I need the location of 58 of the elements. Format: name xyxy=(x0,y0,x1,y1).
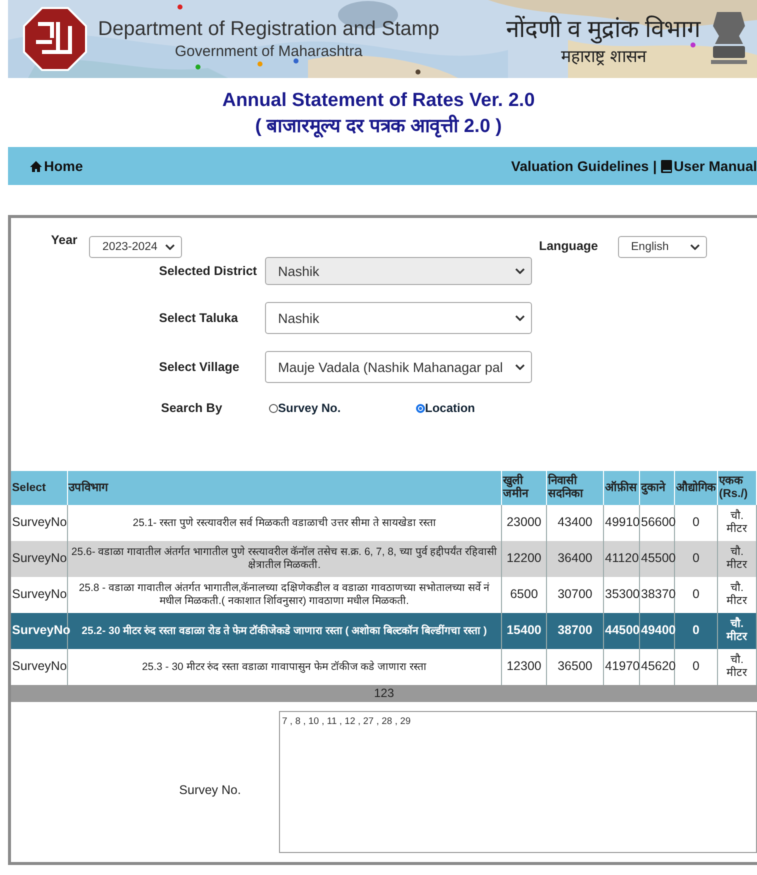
table-cell: 25.6- वडाळा गावातील अंतर्गत भागातील पुणे रस्त्यावरील कॅनॉल तसेच स.क्र. 6, 7, 8, च्या पुर्व हद्दीपर्यंत रहिवासी क्षेत्रातील मिळकती. xyxy=(67,541,502,578)
column-header: ऑफ़ीस xyxy=(604,471,640,506)
table-cell: 41120 xyxy=(604,541,640,578)
table-cell: चौ. मीटर xyxy=(718,613,756,650)
home-link[interactable]: Home xyxy=(30,158,83,174)
page-title: Annual Statement of Rates Ver. 2.0 xyxy=(222,89,535,113)
government-name: Government of Maharashtra xyxy=(174,43,362,60)
department-name: Department of Registration and Stamp xyxy=(98,18,440,41)
logo-icon xyxy=(22,6,88,72)
survey-label: Survey No. xyxy=(178,783,241,798)
pagination-links[interactable]: 123 xyxy=(374,686,394,700)
radio-button[interactable] xyxy=(269,404,278,413)
table-cell: 49400 xyxy=(640,613,674,650)
radio-button[interactable] xyxy=(416,404,425,413)
chevron-icon xyxy=(165,244,176,250)
year-dropdown[interactable]: 2023-2024 xyxy=(89,236,182,258)
table-cell: 15400 xyxy=(502,613,546,650)
field-label: Select Taluka xyxy=(159,311,239,326)
table-cell: चौ. मीटर xyxy=(718,541,756,578)
table-cell: 12200 xyxy=(502,541,546,578)
table-cell: 0 xyxy=(674,541,718,578)
chevron-icon xyxy=(515,268,525,274)
column-header: खुली जमीन xyxy=(502,471,546,506)
language-label: Language xyxy=(538,239,598,254)
table-cell: 36400 xyxy=(546,541,604,578)
column-header: निवासी सदनिका xyxy=(546,471,604,506)
valuation-guidelines-link[interactable]: Valuation Guidelines xyxy=(511,158,649,174)
government-name: महाराष्ट्र शासन xyxy=(561,46,646,67)
book-icon xyxy=(660,160,672,173)
column-header: एकक (Rs./) xyxy=(718,471,756,506)
select-dropdown[interactable]: Mauje Vadala (Nashik Mahanagar pal xyxy=(265,351,532,384)
table-cell: 44500 xyxy=(604,613,640,650)
radio-option[interactable]: Survey No. xyxy=(269,401,416,416)
separator: | xyxy=(652,158,657,174)
survey-textarea[interactable]: 7 , 8 , 10 , 11 , 12 , 27 , 28 , 29 xyxy=(279,711,757,854)
table-cell: 0 xyxy=(674,613,718,650)
table-row[interactable]: SurveyNo 25.6- वडाळा गावातील अंतर्गत भागातील पुणे रस्त्यावरील कॅनॉल तसेच स.क्र. 6, 7, 8, च्या पुर्व हद्दीपर्यंत रहिवासी क्षेत्रातील मिळकती. 12200 36400 41120 45500 0 चौ. मीटर xyxy=(11,541,756,578)
department-name: नोंदणी व मुद्रांक विभाग xyxy=(506,14,701,44)
column-header: Select xyxy=(11,471,67,506)
column-header: औद्योगिक xyxy=(674,471,718,506)
select-dropdown[interactable]: Nashik xyxy=(265,302,532,334)
search-by-label: Search By xyxy=(161,401,224,416)
field-label: Select Village xyxy=(159,360,240,374)
chevron-icon xyxy=(690,244,700,250)
chevron-icon xyxy=(515,364,525,370)
page-subtitle: ( बाजारमूल्य दर पत्रक आवृत्ती 2.0 ) xyxy=(255,114,502,140)
column-header: दुकाने xyxy=(640,471,674,506)
user-manual-link[interactable]: User Manual xyxy=(660,158,757,174)
field-label: Selected District xyxy=(159,264,258,278)
language-dropdown[interactable]: English xyxy=(618,236,707,258)
chevron-icon xyxy=(515,315,525,322)
home-icon xyxy=(30,160,42,172)
table-cell: 38700 xyxy=(546,613,604,650)
column-header: उपविभाग xyxy=(67,471,502,506)
table-cell: 45500 xyxy=(640,541,674,578)
table-cell[interactable]: SurveyNo xyxy=(11,541,67,578)
year-label: Year xyxy=(51,233,78,248)
radio-option[interactable]: Location xyxy=(416,401,563,416)
